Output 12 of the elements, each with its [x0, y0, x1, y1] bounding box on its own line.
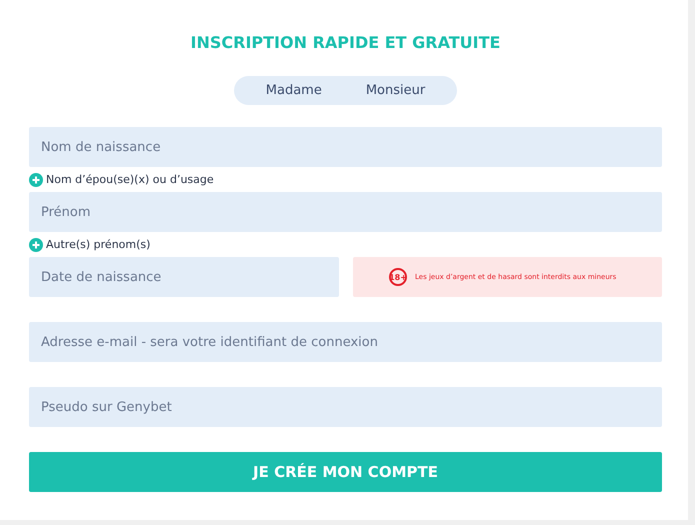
- plus-icon[interactable]: [29, 238, 43, 252]
- plus-icon[interactable]: [29, 172, 43, 186]
- input-field[interactable]: Pseudo sur Genybet: [29, 387, 662, 427]
- input-field[interactable]: Adresse e-mail - sera votre identifiant de connexion: [29, 322, 662, 362]
- form-title: INSCRIPTION RAPIDE ET GRATUITE: [190, 33, 500, 53]
- input-field[interactable]: Nom de naissance: [29, 127, 662, 167]
- input-field[interactable]: Date de naissance: [29, 257, 339, 297]
- gender-option[interactable]: Monsieur: [344, 76, 448, 105]
- gender-option[interactable]: Madame: [244, 76, 344, 105]
- add-name-link[interactable]: Autre(s) prénom(s): [46, 238, 150, 251]
- add-name-link[interactable]: Nom d’épou(se)(x) ou d’usage: [46, 173, 214, 186]
- input-field[interactable]: Prénom: [29, 192, 662, 232]
